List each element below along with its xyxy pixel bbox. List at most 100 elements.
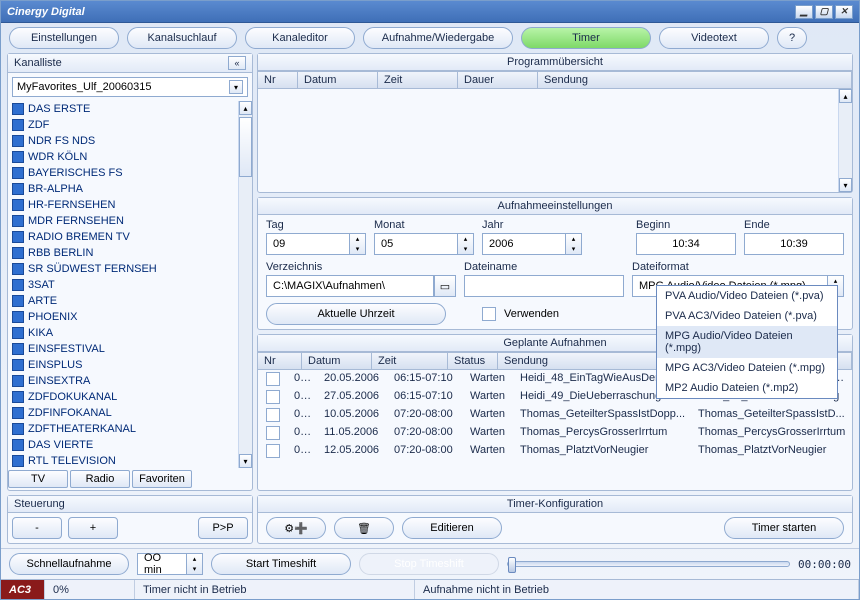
browse-directory-button[interactable]: ▭	[434, 275, 456, 297]
channel-item[interactable]: RTL TELEVISION	[8, 453, 238, 468]
fileformat-option[interactable]: MPG AC3/Video Dateien (*.mpg)	[657, 358, 837, 378]
scroll-up-button[interactable]: ▴	[839, 89, 852, 103]
record-playback-button[interactable]: Aufnahme/Wiedergabe	[363, 27, 513, 49]
channel-item[interactable]: EINSFESTIVAL	[8, 341, 238, 357]
gear-plus-icon: ⚙➕	[284, 522, 308, 535]
month-input[interactable]: 05	[374, 233, 458, 255]
channel-item[interactable]: BAYERISCHES FS	[8, 165, 238, 181]
channel-item[interactable]: HR-FERNSEHEN	[8, 197, 238, 213]
fileformat-option[interactable]: MPG Audio/Video Dateien (*.mpg)	[657, 326, 837, 358]
add-timer-button[interactable]: ⚙➕	[266, 517, 326, 539]
day-spinner[interactable]: ▴▾	[350, 233, 366, 255]
sched-col-zeit[interactable]: Zeit	[372, 353, 448, 369]
row-checkbox[interactable]	[266, 408, 280, 422]
channel-down-button[interactable]: -	[12, 517, 62, 539]
p2p-button[interactable]: P>P	[198, 517, 248, 539]
channel-item[interactable]: KIKA	[8, 325, 238, 341]
channel-item[interactable]: ARTE	[8, 293, 238, 309]
scroll-down-button[interactable]: ▾	[239, 454, 252, 468]
slider-thumb[interactable]	[508, 557, 516, 573]
remove-timer-button[interactable]: 🗑	[334, 517, 394, 539]
year-input[interactable]: 2006	[482, 233, 566, 255]
videotext-button[interactable]: Videotext	[659, 27, 769, 49]
timeshift-slider[interactable]	[507, 561, 790, 567]
collapse-channel-list[interactable]: «	[228, 56, 246, 70]
fileformat-option[interactable]: MP2 Audio Dateien (*.mp2)	[657, 378, 837, 398]
year-spinner[interactable]: ▴▾	[566, 233, 582, 255]
tab-favorites[interactable]: Favoriten	[132, 470, 192, 488]
col-nr[interactable]: Nr	[258, 72, 298, 88]
channel-item[interactable]: ZDFTHEATERKANAL	[8, 421, 238, 437]
channel-icon	[12, 167, 24, 179]
directory-input[interactable]: C:\MAGIX\Aufnahmen\	[266, 275, 434, 297]
col-zeit[interactable]: Zeit	[378, 72, 458, 88]
table-row[interactable]: 000410.05.200607:20-08:00WartenThomas_Ge…	[258, 406, 852, 424]
col-datum[interactable]: Datum	[298, 72, 378, 88]
day-input[interactable]: 09	[266, 233, 350, 255]
fileformat-dropdown[interactable]: PVA Audio/Video Dateien (*.pva)PVA AC3/V…	[656, 285, 838, 399]
fileformat-option[interactable]: PVA Audio/Video Dateien (*.pva)	[657, 286, 837, 306]
use-checkbox[interactable]	[482, 307, 496, 321]
channel-item[interactable]: ZDFDOKUKANAL	[8, 389, 238, 405]
channel-item[interactable]: NDR FS NDS	[8, 133, 238, 149]
row-checkbox[interactable]	[266, 372, 280, 386]
overview-scrollbar[interactable]: ▴ ▾	[838, 89, 852, 192]
start-timer-button[interactable]: Timer starten	[724, 517, 844, 539]
channel-up-button[interactable]: +	[68, 517, 118, 539]
channel-item[interactable]: EINSPLUS	[8, 357, 238, 373]
channel-item[interactable]: WDR KÖLN	[8, 149, 238, 165]
edit-timer-button[interactable]: Editieren	[402, 517, 502, 539]
sched-col-status[interactable]: Status	[448, 353, 498, 369]
stop-timeshift-button[interactable]: Stop Timeshift	[359, 553, 499, 575]
timer-button[interactable]: Timer	[521, 27, 651, 49]
scroll-down-button[interactable]: ▾	[839, 178, 852, 192]
current-time-button[interactable]: Aktuelle Uhrzeit	[266, 303, 446, 325]
minimize-button[interactable]: ▁	[795, 5, 813, 19]
scrollbar-thumb[interactable]	[239, 117, 252, 177]
channel-item[interactable]: 3SAT	[8, 277, 238, 293]
channel-label: RADIO BREMEN TV	[28, 231, 130, 243]
channel-item[interactable]: ZDF	[8, 117, 238, 133]
channel-scan-button[interactable]: Kanalsuchlauf	[127, 27, 237, 49]
row-checkbox[interactable]	[266, 390, 280, 404]
tab-tv[interactable]: TV	[8, 470, 68, 488]
channel-editor-button[interactable]: Kanaleditor	[245, 27, 355, 49]
sched-col-nr[interactable]: Nr	[258, 353, 302, 369]
fileformat-option[interactable]: PVA AC3/Video Dateien (*.pva)	[657, 306, 837, 326]
cell-nr: 0006	[288, 444, 318, 458]
scroll-up-button[interactable]: ▴	[239, 101, 252, 115]
close-button[interactable]: ✕	[835, 5, 853, 19]
favorite-set-select[interactable]: MyFavorites_Ulf_20060315 ▾	[12, 77, 248, 97]
table-row[interactable]: 000612.05.200607:20-08:00WartenThomas_Pl…	[258, 442, 852, 460]
sched-col-datum[interactable]: Datum	[302, 353, 372, 369]
channel-item[interactable]: RBB BERLIN	[8, 245, 238, 261]
duration-spinner[interactable]: ▴▾	[187, 553, 203, 575]
col-sendung[interactable]: Sendung	[538, 72, 852, 88]
maximize-button[interactable]: ▢	[815, 5, 833, 19]
quick-record-duration[interactable]: OO min	[137, 553, 187, 575]
channel-item[interactable]: RADIO BREMEN TV	[8, 229, 238, 245]
start-timeshift-button[interactable]: Start Timeshift	[211, 553, 351, 575]
channel-item[interactable]: DAS VIERTE	[8, 437, 238, 453]
channel-item[interactable]: ZDFINFOKANAL	[8, 405, 238, 421]
channel-item[interactable]: DAS ERSTE	[8, 101, 238, 117]
channel-item[interactable]: MDR FERNSEHEN	[8, 213, 238, 229]
channel-item[interactable]: BR-ALPHA	[8, 181, 238, 197]
end-time-input[interactable]: 10:39	[744, 233, 844, 255]
settings-button[interactable]: Einstellungen	[9, 27, 119, 49]
table-row[interactable]: 000511.05.200607:20-08:00WartenThomas_Pe…	[258, 424, 852, 442]
begin-time-input[interactable]: 10:34	[636, 233, 736, 255]
channel-item[interactable]: PHOENIX	[8, 309, 238, 325]
cell-sendung2: Thomas_PercysGrosserIrrtum	[692, 426, 852, 440]
channel-item[interactable]: EINSEXTRA	[8, 373, 238, 389]
row-checkbox[interactable]	[266, 444, 280, 458]
filename-input[interactable]	[464, 275, 624, 297]
channel-item[interactable]: SR SÜDWEST FERNSEH	[8, 261, 238, 277]
quick-record-button[interactable]: Schnellaufnahme	[9, 553, 129, 575]
col-dauer[interactable]: Dauer	[458, 72, 538, 88]
month-spinner[interactable]: ▴▾	[458, 233, 474, 255]
tab-radio[interactable]: Radio	[70, 470, 130, 488]
channel-scrollbar[interactable]: ▴ ▾	[238, 101, 252, 468]
help-button[interactable]: ?	[777, 27, 807, 49]
row-checkbox[interactable]	[266, 426, 280, 440]
